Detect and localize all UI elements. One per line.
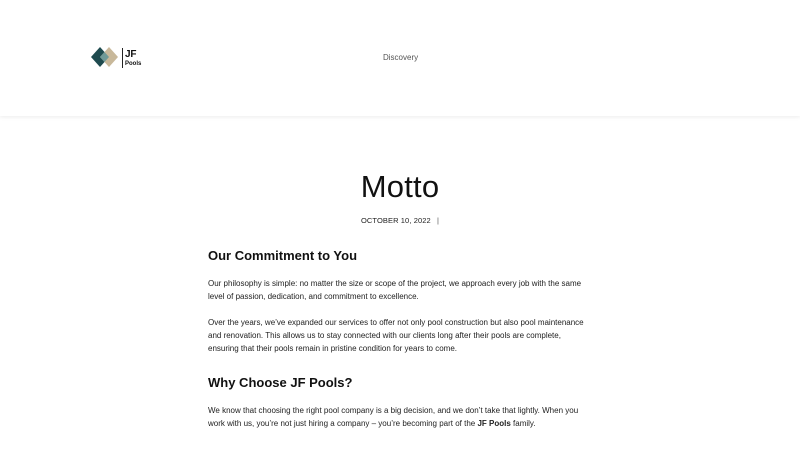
- logo-diamonds-icon: [91, 47, 118, 67]
- post-meta-separator: |: [436, 216, 440, 225]
- section-heading-commitment: Our Commitment to You: [208, 248, 358, 263]
- post-date: OCTOBER 10, 2022: [360, 216, 431, 225]
- post-content: Our Commitment to You Our philosophy is …: [208, 248, 592, 443]
- logo-divider: [122, 48, 123, 68]
- logo-text: JF Pools: [125, 48, 142, 67]
- post-title: Motto: [360, 169, 440, 204]
- paragraph: Over the years, we’ve expanded our servi…: [208, 318, 584, 353]
- site-logo[interactable]: JF Pools: [90, 45, 142, 71]
- paragraph-text: family.: [510, 419, 536, 428]
- logo-text-line1: JF: [125, 48, 137, 60]
- logo-text-line2: Pools: [125, 60, 142, 67]
- post-meta: OCTOBER 10, 2022 |: [0, 216, 800, 225]
- nav-link-discovery[interactable]: Discovery: [383, 53, 418, 62]
- brand-name-bold: JF Pools: [477, 419, 511, 428]
- post-main: Motto OCTOBER 10, 2022 | Our Commitment …: [0, 116, 800, 450]
- paragraph: We know that choosing the right pool com…: [208, 404, 592, 430]
- site-header: JF Pools Discovery: [0, 0, 800, 116]
- section-heading-why-choose: Why Choose JF Pools?: [208, 375, 353, 390]
- paragraph: Our philosophy is simple: no matter the …: [208, 279, 582, 301]
